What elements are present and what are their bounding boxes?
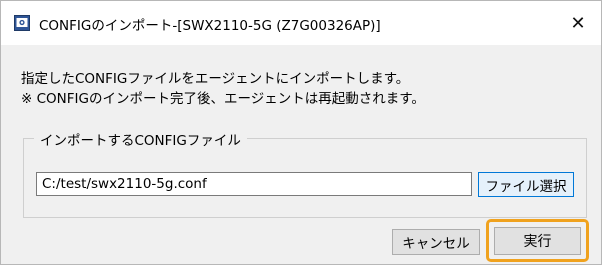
- file-select-button-label: ファイル選択: [485, 178, 567, 195]
- config-path-input[interactable]: [36, 172, 472, 196]
- instruction-message: 指定したCONFIGファイルをエージェントにインポートします。 ※ CONFIG…: [21, 69, 425, 109]
- title-bar: CONFIGのインポート-[SWX2110-5G (Z7G00326AP)] ✕: [1, 1, 601, 45]
- close-button[interactable]: ✕: [555, 1, 601, 45]
- window-title: CONFIGのインポート-[SWX2110-5G (Z7G00326AP)]: [39, 18, 381, 34]
- message-line-2: ※ CONFIGのインポート完了後、エージェントは再起動されます。: [21, 91, 425, 107]
- config-file-group-label: インポートするCONFIGファイル: [34, 129, 247, 149]
- cancel-button[interactable]: キャンセル: [392, 229, 480, 255]
- message-line-1: 指定したCONFIGファイルをエージェントにインポートします。: [21, 71, 410, 87]
- import-config-dialog: CONFIGのインポート-[SWX2110-5G (Z7G00326AP)] ✕…: [0, 0, 602, 265]
- file-select-button[interactable]: ファイル選択: [478, 172, 574, 197]
- app-icon: [14, 15, 30, 31]
- close-icon: ✕: [570, 12, 586, 34]
- run-button[interactable]: 実行: [494, 227, 581, 255]
- cancel-button-label: キャンセル: [402, 236, 470, 252]
- run-button-label: 実行: [523, 234, 552, 250]
